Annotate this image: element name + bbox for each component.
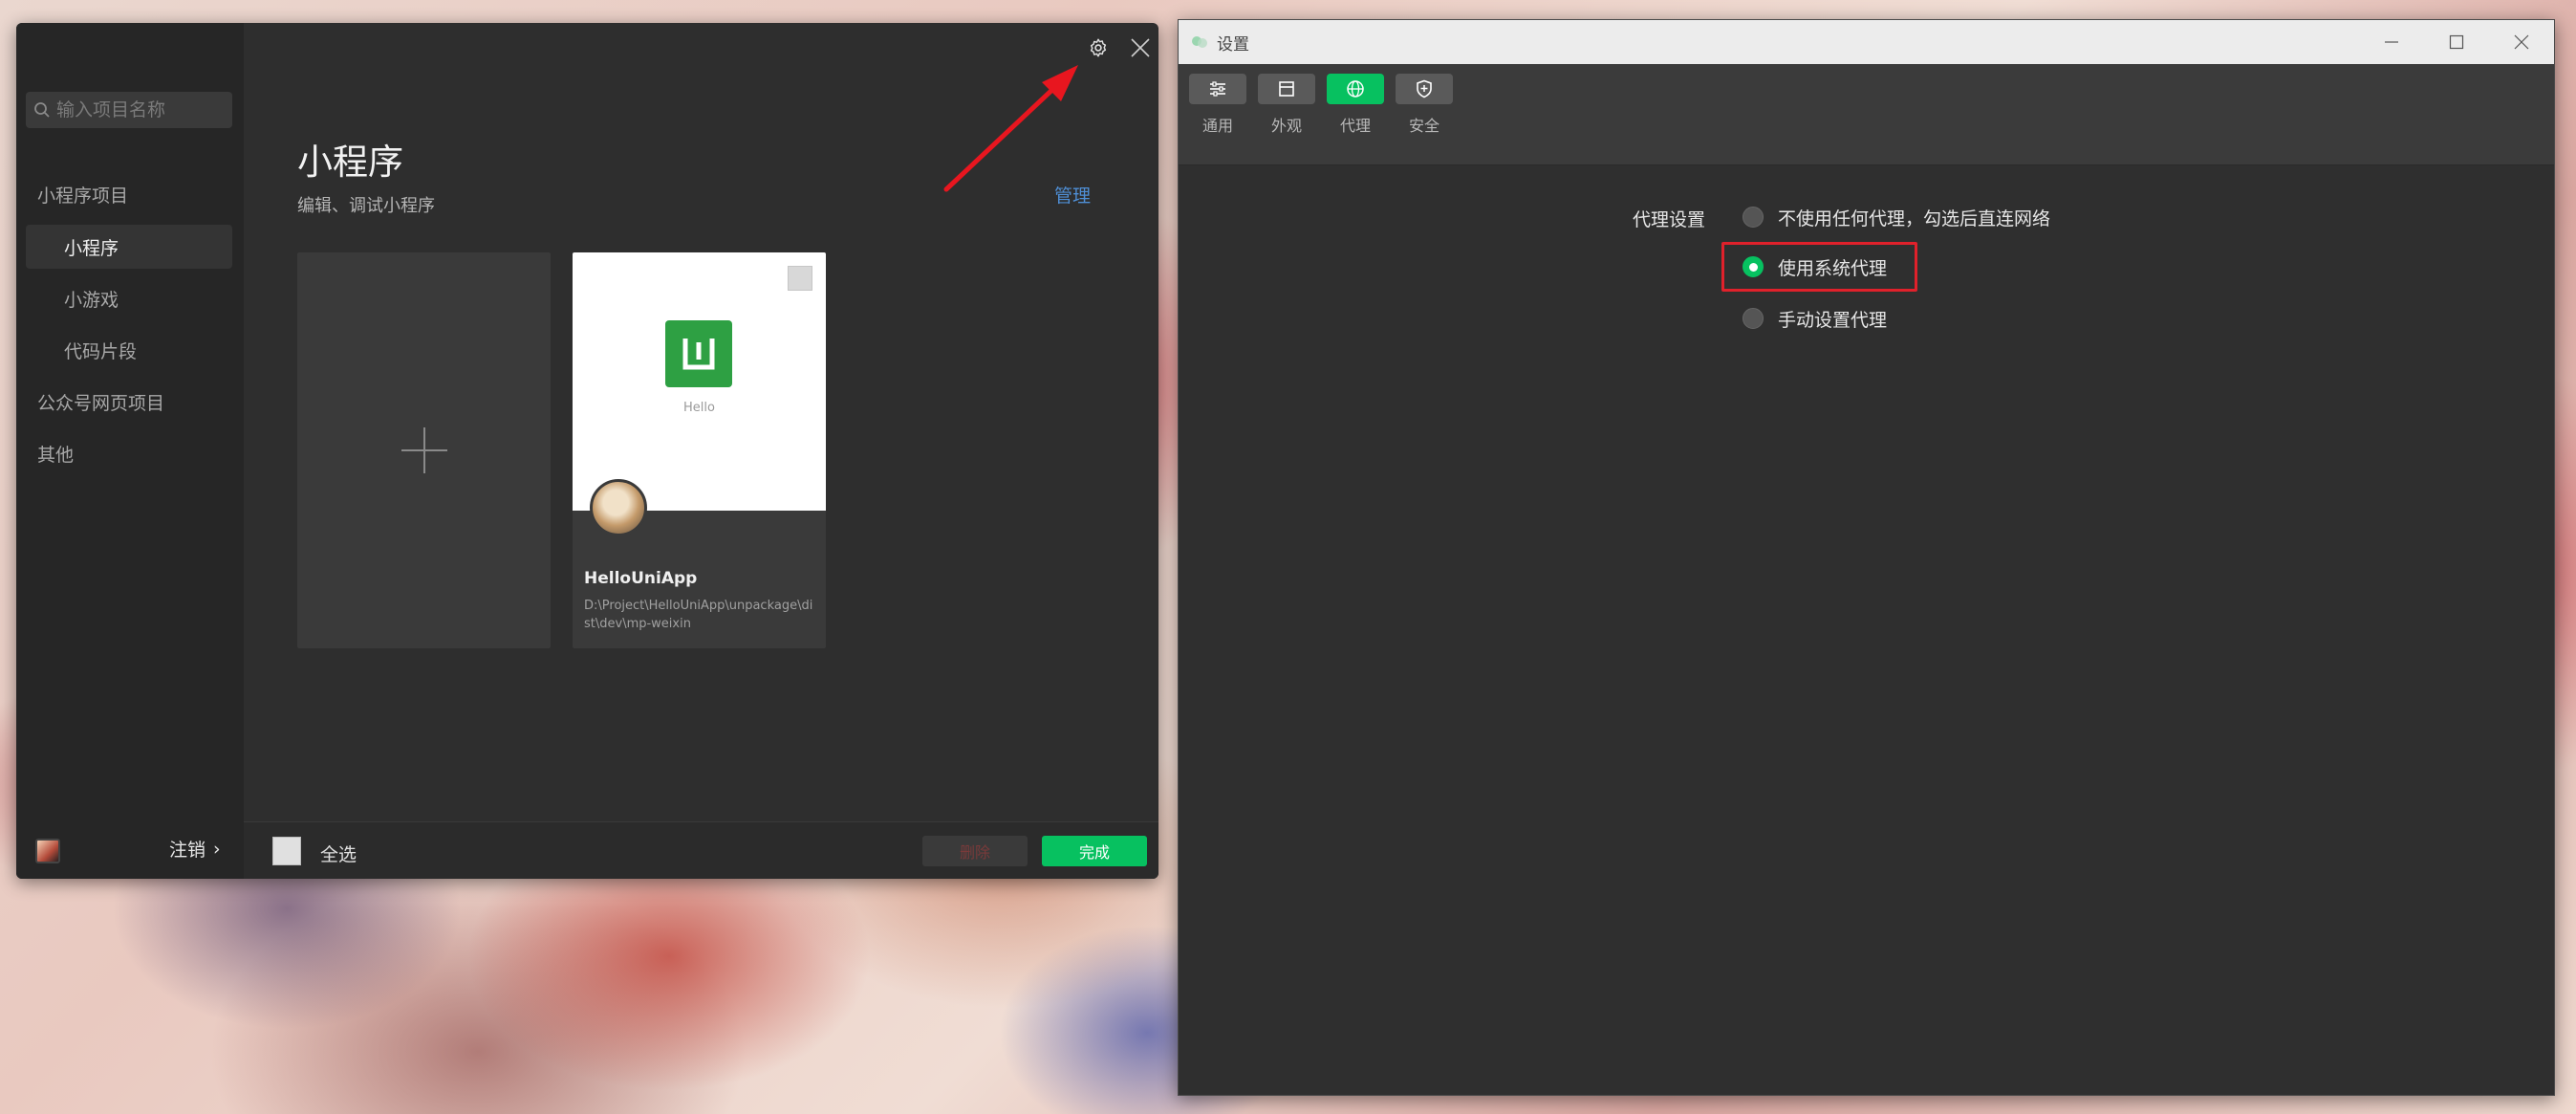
uniapp-logo-icon <box>665 320 732 387</box>
sidebar-item-code-snippets[interactable]: 代码片段 <box>26 328 232 372</box>
sidebar-item-label: 小程序 <box>64 237 119 259</box>
shield-icon <box>1396 74 1453 104</box>
annotation-highlight-box <box>1721 242 1917 292</box>
page-title: 小程序 <box>297 142 403 183</box>
tab-appearance[interactable]: 外观 <box>1257 74 1316 156</box>
sidebar-item-miniprogram[interactable]: 小程序 <box>26 225 232 269</box>
tab-label: 安全 <box>1408 117 1440 135</box>
bottom-bar: 全选 删除 完成 <box>244 821 1158 879</box>
sidebar-item-label: 其他 <box>37 444 75 466</box>
proxy-settings-label: 代理设置 <box>1633 209 1706 230</box>
sidebar: 小程序项目 小程序 小游戏 代码片段 公众号网页项目 其他 注销 › <box>16 23 244 879</box>
radio-label: 不使用任何代理，勾选后直连网络 <box>1778 208 2051 229</box>
layout-icon <box>1258 74 1315 104</box>
sidebar-item-other[interactable]: 其他 <box>26 431 232 475</box>
annotation-arrow-icon <box>943 65 1078 192</box>
plus-icon <box>400 427 447 473</box>
tab-security[interactable]: 安全 <box>1395 74 1454 156</box>
project-card[interactable]: Hello HelloUniApp D:\Project\HelloUniApp… <box>573 252 826 648</box>
maximize-button[interactable] <box>2424 20 2489 64</box>
gear-icon <box>1090 38 1107 57</box>
close-icon <box>1131 38 1150 57</box>
done-button[interactable]: 完成 <box>1042 836 1147 866</box>
sidebar-item-label: 小游戏 <box>64 289 119 311</box>
app-logo-icon <box>1192 36 1207 48</box>
radio-button[interactable] <box>1743 308 1764 329</box>
sidebar-item-label: 代码片段 <box>64 340 138 362</box>
search-box[interactable] <box>26 92 232 128</box>
settings-toolbar: 通用 外观 代理 安全 <box>1179 64 2554 165</box>
preview-hello-text: Hello <box>683 401 715 415</box>
radio-label: 手动设置代理 <box>1778 309 1888 331</box>
sidebar-item-official-account-web[interactable]: 公众号网页项目 <box>26 380 232 424</box>
window-title: 设置 <box>1217 34 1249 55</box>
maximize-icon <box>2449 34 2464 50</box>
logout-label: 注销 <box>169 840 206 861</box>
logout-button[interactable]: 注销 › <box>169 836 221 862</box>
minimize-button[interactable] <box>2359 20 2424 64</box>
select-all-checkbox[interactable] <box>272 837 301 865</box>
tab-label: 外观 <box>1270 117 1302 135</box>
tab-label: 代理 <box>1339 117 1371 135</box>
search-icon <box>34 102 50 118</box>
project-name: HelloUniApp <box>584 569 698 588</box>
new-project-card[interactable] <box>297 252 551 648</box>
tab-general[interactable]: 通用 <box>1188 74 1247 156</box>
close-button[interactable] <box>1127 34 1154 61</box>
window-close-button[interactable] <box>2489 20 2554 64</box>
sliders-icon <box>1189 74 1246 104</box>
project-avatar <box>590 479 647 536</box>
project-checkbox[interactable] <box>788 266 812 291</box>
chevron-right-icon: › <box>213 838 221 860</box>
sidebar-item-minigame[interactable]: 小游戏 <box>26 276 232 320</box>
settings-window: 设置 通用 外观 代理 安全 代理设置 不使用任何代理，勾选后直连网络 使用系统… <box>1178 19 2555 1096</box>
sidebar-item-miniprogram-projects[interactable]: 小程序项目 <box>26 172 232 216</box>
close-icon <box>2514 34 2529 50</box>
radio-button[interactable] <box>1743 207 1764 228</box>
radio-manual-proxy[interactable]: 手动设置代理 <box>1743 304 1887 333</box>
tab-proxy[interactable]: 代理 <box>1326 74 1385 156</box>
minimize-icon <box>2385 41 2398 43</box>
page-subtitle: 编辑、调试小程序 <box>297 196 435 216</box>
delete-button[interactable]: 删除 <box>922 836 1028 866</box>
tab-label: 通用 <box>1201 117 1233 135</box>
select-all-label: 全选 <box>320 844 357 865</box>
project-preview: Hello <box>573 252 826 511</box>
globe-icon <box>1327 74 1384 104</box>
title-bar: 设置 <box>1179 20 2554 64</box>
project-path: D:\Project\HelloUniApp\unpackage\dist\de… <box>584 599 813 631</box>
radio-no-proxy[interactable]: 不使用任何代理，勾选后直连网络 <box>1743 203 2050 231</box>
search-input[interactable] <box>56 99 232 120</box>
user-avatar[interactable] <box>35 839 60 863</box>
sidebar-item-label: 小程序项目 <box>37 185 129 207</box>
sidebar-item-label: 公众号网页项目 <box>37 392 165 414</box>
